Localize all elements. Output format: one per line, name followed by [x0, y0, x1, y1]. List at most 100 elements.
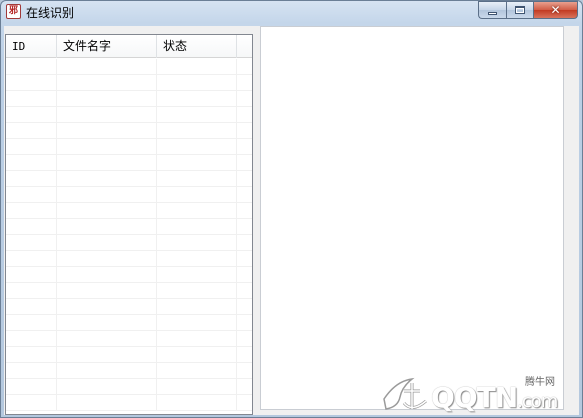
grid-cell [157, 219, 237, 235]
grid-row [6, 59, 252, 75]
grid-row [6, 347, 252, 363]
grid-row [6, 299, 252, 315]
grid-row [6, 107, 252, 123]
grid-row [6, 363, 252, 379]
grid-row [6, 395, 252, 411]
grid-row [6, 123, 252, 139]
grid-row [6, 219, 252, 235]
grid-row [6, 315, 252, 331]
grid-cell [157, 107, 237, 123]
close-icon: ✕ [550, 3, 561, 17]
watermark: 腾牛网 QQTN.com [376, 369, 581, 417]
grid-cell [57, 315, 157, 331]
close-button[interactable]: ✕ [533, 1, 578, 19]
column-header-id[interactable]: ID [6, 35, 57, 58]
app-icon[interactable]: 邪 [6, 4, 21, 19]
grid-cell [157, 251, 237, 267]
maximize-button[interactable] [506, 1, 533, 19]
grid-cell [157, 395, 237, 411]
grid-row [6, 235, 252, 251]
grid-cell [6, 123, 57, 139]
file-list-body[interactable] [6, 59, 252, 414]
column-header-filename[interactable]: 文件名字 [57, 35, 157, 58]
grid-cell [157, 267, 237, 283]
grid-cell [57, 187, 157, 203]
grid-row [6, 267, 252, 283]
grid-cell [6, 155, 57, 171]
grid-cell [157, 315, 237, 331]
grid-cell [6, 315, 57, 331]
grid-cell [6, 219, 57, 235]
grid-cell [57, 155, 157, 171]
grid-row [6, 91, 252, 107]
grid-cell [6, 235, 57, 251]
maximize-icon [515, 6, 525, 14]
grid-row [6, 139, 252, 155]
grid-cell [157, 59, 237, 75]
title-bar[interactable]: 邪 在线识别 ✕ [1, 1, 582, 23]
grid-cell [157, 155, 237, 171]
grid-cell [57, 91, 157, 107]
grid-cell [6, 331, 57, 347]
grid-row [6, 75, 252, 91]
caption-buttons: ✕ [478, 1, 578, 19]
grid-cell [57, 251, 157, 267]
grid-cell [6, 75, 57, 91]
grid-cell [157, 379, 237, 395]
grid-cell [157, 299, 237, 315]
minimize-icon [488, 11, 497, 15]
grid-cell [57, 267, 157, 283]
grid-cell [157, 283, 237, 299]
grid-cell [6, 107, 57, 123]
grid-cell [157, 123, 237, 139]
grid-row [6, 171, 252, 187]
grid-row [6, 251, 252, 267]
grid-row [6, 187, 252, 203]
file-list[interactable]: ID 文件名字 状态 [5, 34, 253, 415]
watermark-brand-suffix: .com [517, 391, 558, 412]
watermark-brand: QQTN.com [431, 381, 558, 414]
grid-cell [157, 331, 237, 347]
grid-cell [57, 123, 157, 139]
grid-cell [57, 203, 157, 219]
grid-row [6, 155, 252, 171]
grid-cell [6, 187, 57, 203]
grid-cell [57, 139, 157, 155]
grid-cell [6, 395, 57, 411]
grid-cell [57, 75, 157, 91]
grid-cell [57, 219, 157, 235]
window-title: 在线识别 [26, 6, 75, 20]
app-window: 邪 在线识别 ✕ ID 文件名字 状态 腾牛网 QQTN.com [0, 0, 583, 418]
grid-row [6, 203, 252, 219]
client-area: ID 文件名字 状态 [4, 26, 579, 415]
grid-cell [6, 203, 57, 219]
grid-cell [6, 251, 57, 267]
grid-cell [6, 379, 57, 395]
grid-row [6, 331, 252, 347]
grid-cell [6, 171, 57, 187]
grid-row [6, 379, 252, 395]
grid-cell [57, 395, 157, 411]
grid-cell [57, 171, 157, 187]
grid-cell [6, 283, 57, 299]
grid-row [6, 283, 252, 299]
grid-cell [157, 187, 237, 203]
grid-cell [57, 59, 157, 75]
minimize-button[interactable] [478, 1, 506, 19]
grid-cell [6, 299, 57, 315]
grid-cell [57, 347, 157, 363]
file-list-header: ID 文件名字 状态 [6, 35, 252, 58]
grid-cell [157, 91, 237, 107]
grid-cell [57, 331, 157, 347]
column-header-status[interactable]: 状态 [157, 35, 237, 58]
grid-cell [6, 139, 57, 155]
grid-cell [157, 347, 237, 363]
watermark-logo-icon [383, 377, 427, 410]
grid-cell [6, 91, 57, 107]
grid-cell [157, 235, 237, 251]
grid-cell [57, 299, 157, 315]
grid-cell [157, 139, 237, 155]
grid-cell [157, 203, 237, 219]
column-header-filler [237, 35, 252, 58]
result-text-area[interactable] [260, 26, 564, 410]
